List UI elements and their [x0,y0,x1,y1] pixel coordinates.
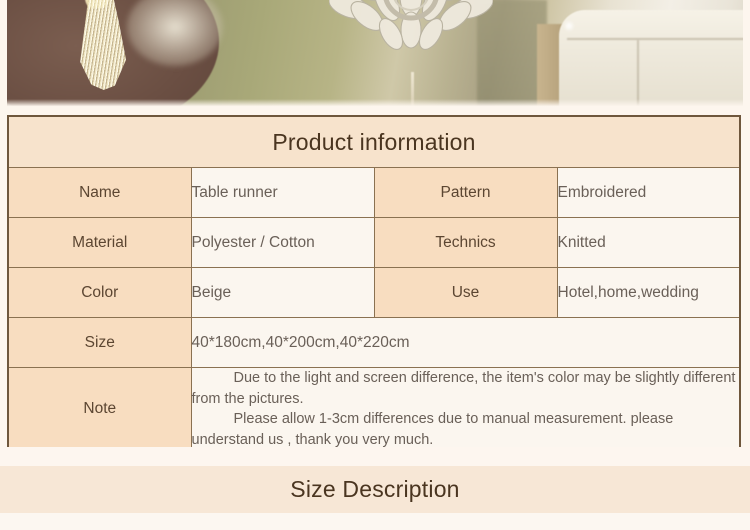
note-paragraph: Due to the light and screen difference, … [191,370,736,407]
product-information-title: Product information [7,115,741,168]
label-color: Color [7,267,192,318]
note-paragraph: Please allow 1-3cm differences due to ma… [191,411,674,448]
value-pattern: Embroidered [556,167,741,218]
label-technics: Technics [373,217,558,268]
table-row: Material Polyester / Cotton Technics Kni… [7,217,741,268]
value-note: Due to the light and screen difference, … [190,367,741,452]
value-technics: Knitted [556,217,741,268]
label-name: Name [7,167,192,218]
size-description-section: Size Description [0,466,750,513]
product-detail-page: Product information Name Table runner Pa… [0,0,750,530]
label-pattern: Pattern [373,167,558,218]
label-note: Note [7,367,192,452]
table-row: Size 40*180cm,40*200cm,40*220cm [7,317,741,368]
section-gap [0,447,750,466]
label-size: Size [7,317,192,368]
page-footer-strip [0,513,750,530]
table-row: Color Beige Use Hotel,home,wedding [7,267,741,318]
hero-cabinet-edge [567,38,743,40]
value-size: 40*180cm,40*200cm,40*220cm [190,317,741,368]
table-row: Name Table runner Pattern Embroidered [7,167,741,218]
hero-highlight [563,20,575,32]
value-color: Beige [190,267,375,318]
table-row: Note Due to the light and screen differe… [7,367,741,452]
size-description-title: Size Description [290,476,460,502]
value-name: Table runner [190,167,375,218]
label-material: Material [7,217,192,268]
value-use: Hotel,home,wedding [556,267,741,318]
hero-cabinet [559,10,743,107]
hero-bottom-fade [7,99,743,107]
value-material: Polyester / Cotton [190,217,375,268]
label-use: Use [373,267,558,318]
table-title-row: Product information [7,115,741,168]
hero-cabinet-seam [637,40,639,107]
product-information-table: Product information Name Table runner Pa… [7,115,741,453]
product-hero-image [7,0,743,107]
